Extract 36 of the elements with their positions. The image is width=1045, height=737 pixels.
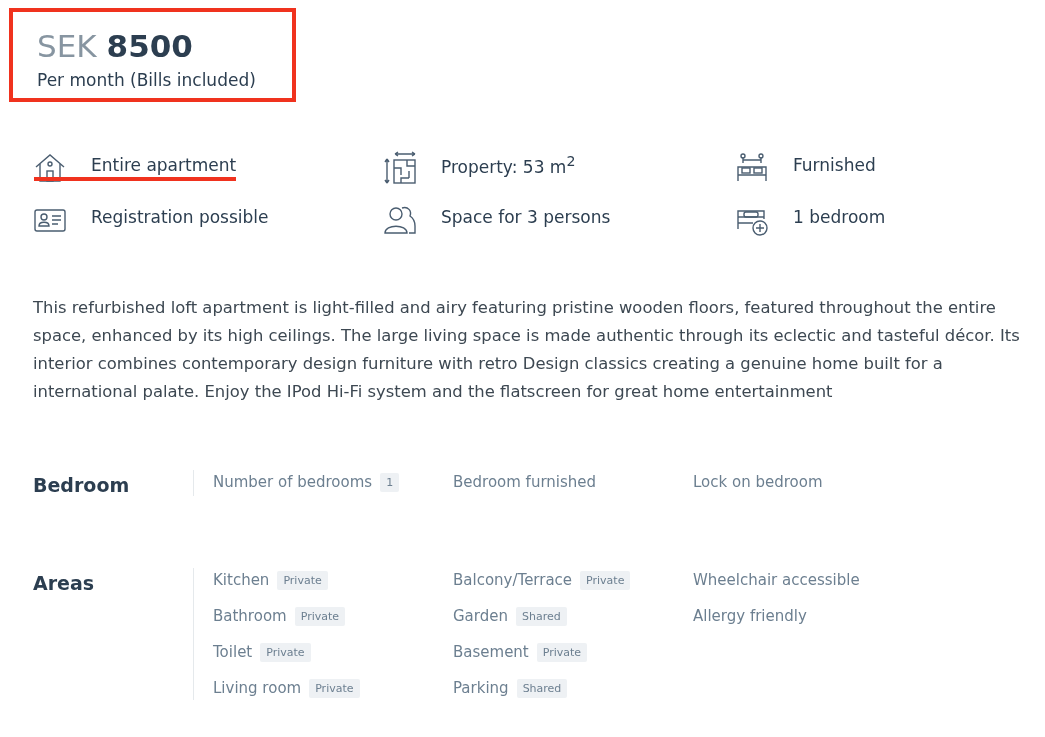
section-title: Bedroom [33,473,131,496]
amenity-label: Allergy friendly [693,607,807,625]
amenity-tag: Private [580,570,631,590]
house-icon [33,151,67,185]
amenity-label: Lock on bedroom [693,473,823,491]
amenity-label: Bathroom [213,607,287,625]
amenity-tag: Private [309,678,360,698]
amenity-label: Number of bedrooms [213,473,373,491]
amenity-tag: 1 [380,472,400,492]
feature-text: 1 bedroom [793,207,886,229]
amenity-label: Parking [453,679,509,697]
feature-text: Property: 53 m$^{2}$ [441,153,576,179]
feature-text: Entire apartment [34,155,237,181]
amenity-label: Wheelchair accessible [693,571,860,589]
feature-text: Furnished [793,155,876,177]
amenity-tag: Private [294,606,346,626]
section-title: Areas [33,571,96,596]
amenity-label: Garden [453,607,508,625]
currency: SEK [37,27,97,66]
amenity-tag: Private [260,642,311,662]
price-period: Per month (Bills included) [37,70,256,90]
feature-text: Space for 3 persons [441,207,611,229]
amenity-tag: Private [536,642,588,662]
amenity-label: Living room [213,679,302,697]
price-amount: 8500 [106,27,193,66]
amenity-label: Basement [453,643,529,661]
amenity-label: Balcony/Terrace [453,571,573,589]
amenity-tag: Private [277,570,328,590]
feature-text: Registration possible [91,207,269,229]
floor-plan-icon [383,151,417,185]
amenity-tag: Shared [516,678,568,698]
amenity-tag: Shared [516,606,567,626]
amenity-label: Kitchen [213,571,270,589]
amenity-label: Toilet [213,643,253,661]
amenity-label: Bedroom furnished [453,473,597,491]
description: This refurbished loft apartment is light-filled and airy featuring pristine wooden floors, featured throughout the entire space, enhanced by its high ceilings. The large living space is made authentic through its eclectic and tasteful décor. Its interior combines contemporary design furniture with retro Design classics creating a genuine home built for a international palate. Enjoy the IPod Hi-Fi system and the flatscreen for great home entertainment [33,297,1021,403]
